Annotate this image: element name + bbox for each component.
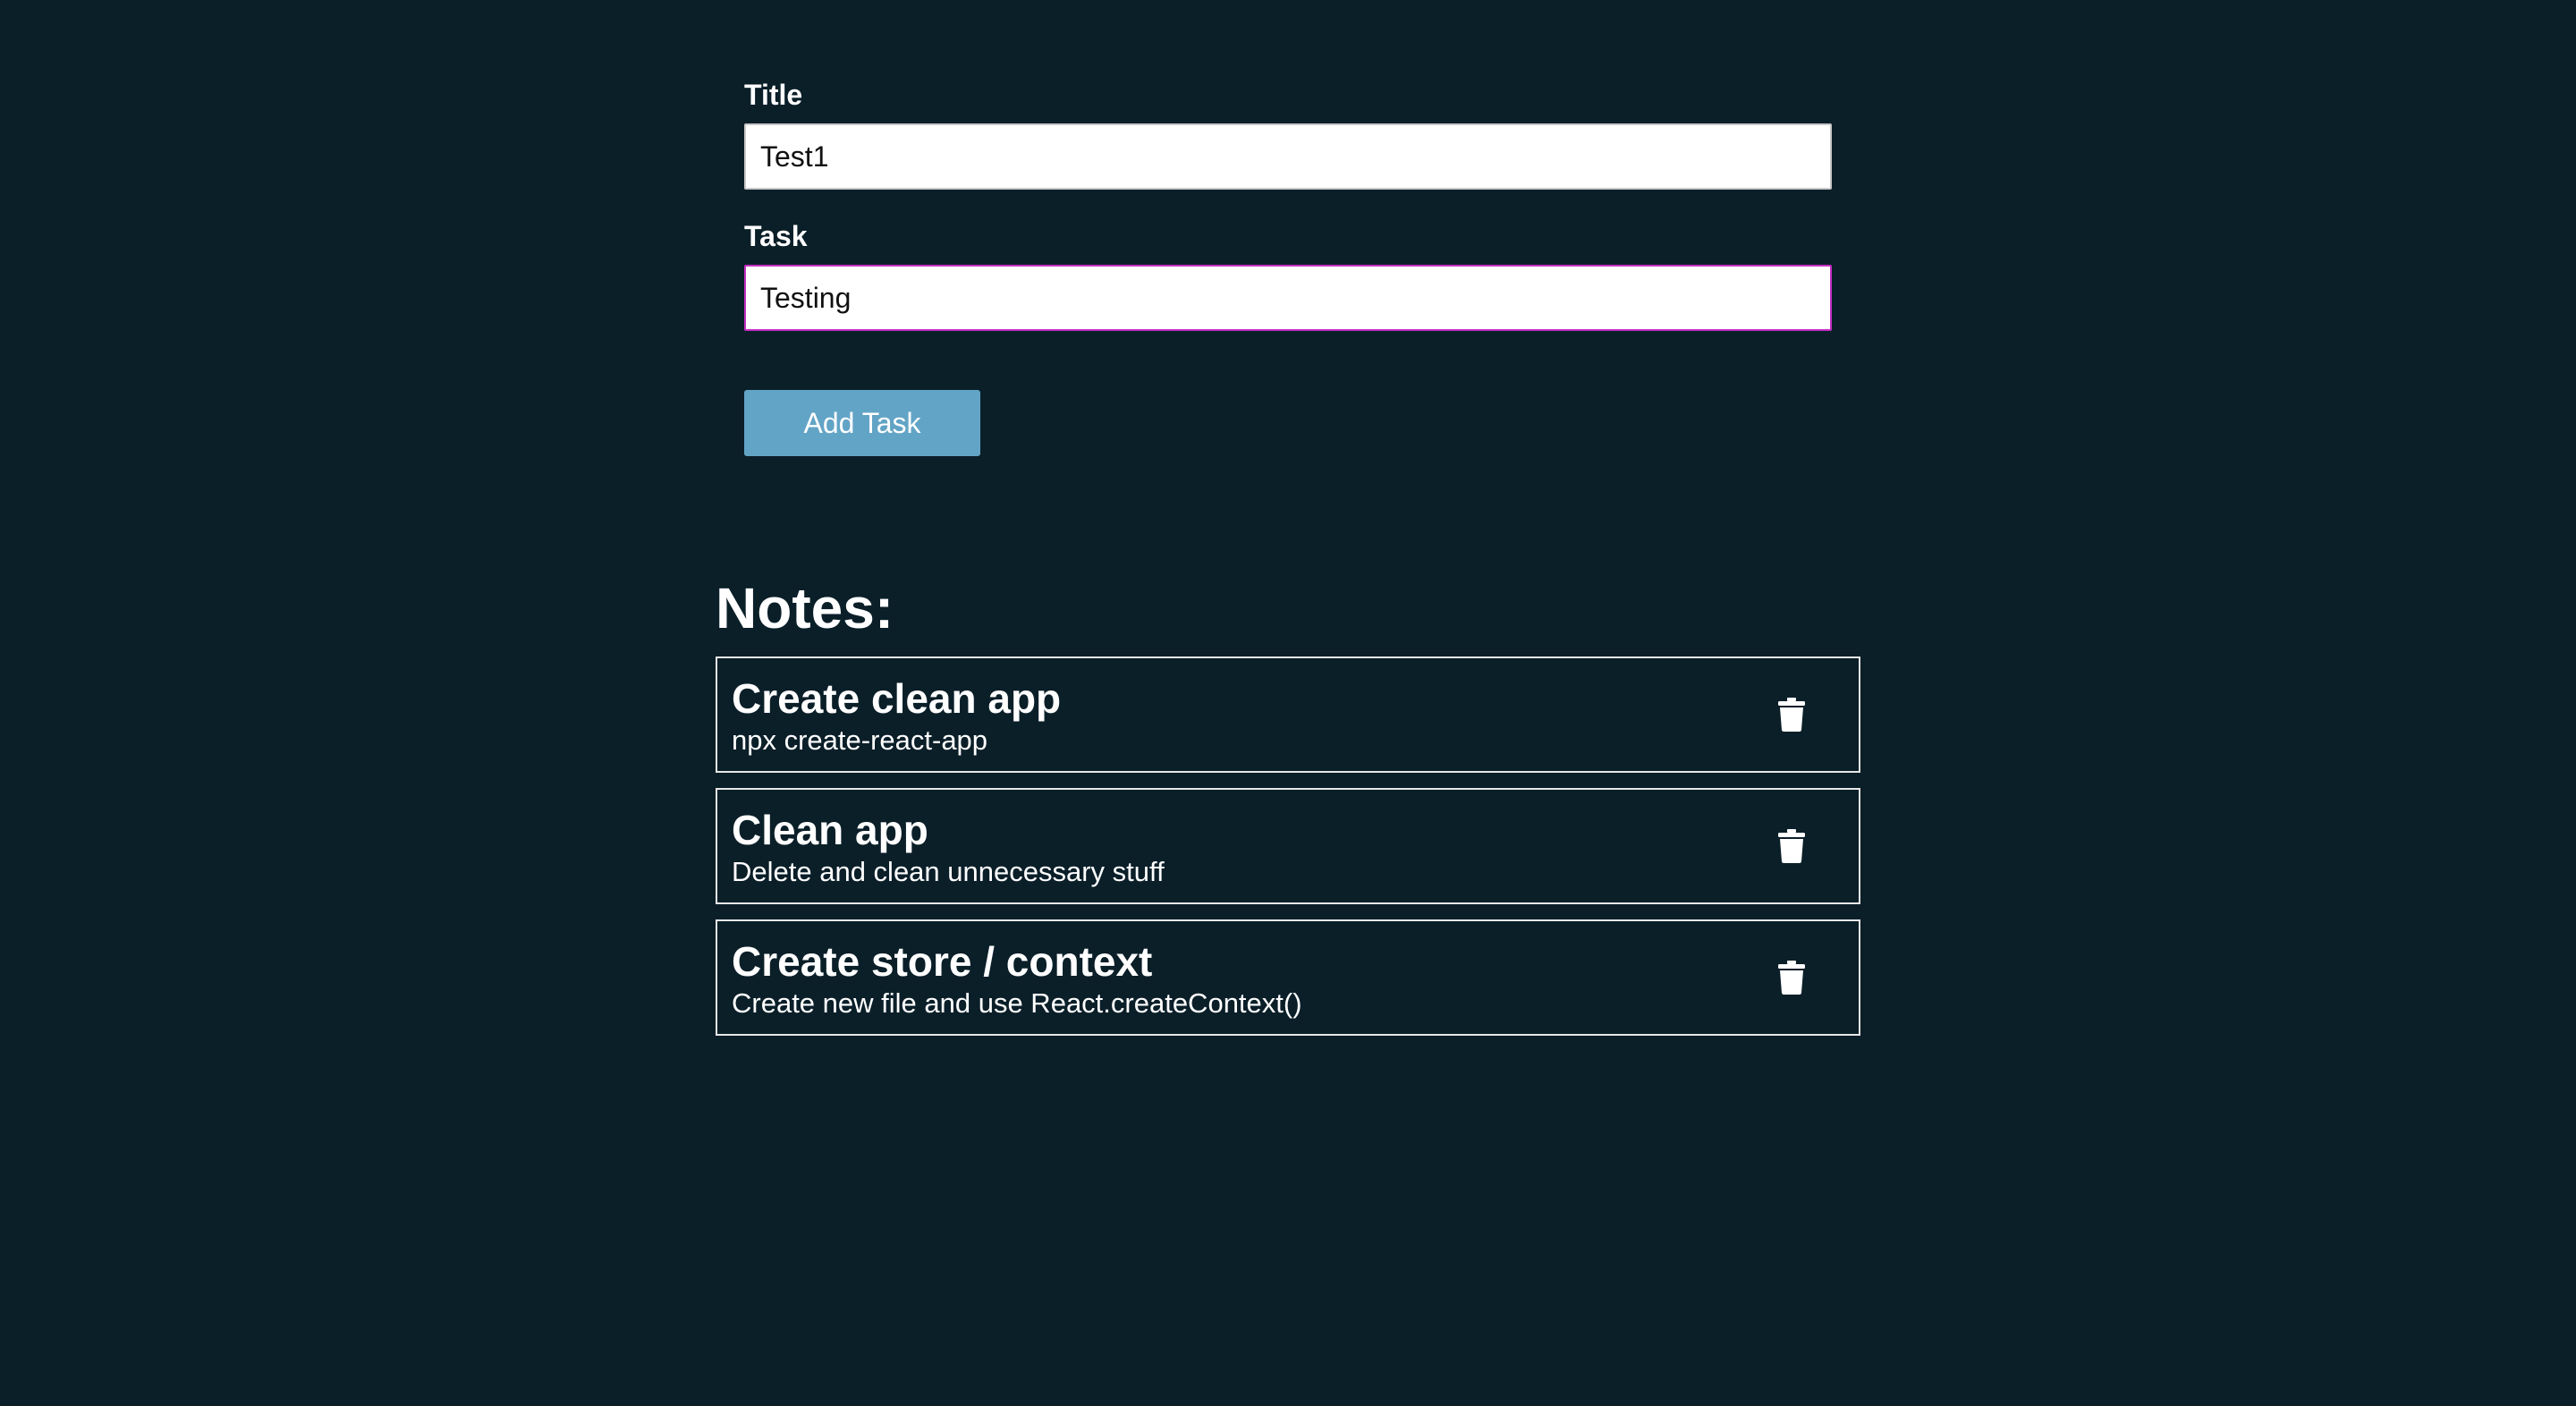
- note-title: Create store / context: [732, 938, 1153, 985]
- add-task-form: Title Task Add Task: [744, 77, 1832, 456]
- task-input[interactable]: [744, 265, 1832, 331]
- trash-icon: [1778, 961, 1805, 995]
- page: Title Task Add Task Notes: Create clean …: [0, 0, 2576, 1406]
- note-body: Create new file and use React.createCont…: [732, 987, 1302, 1019]
- note-list: Create clean app npx create-react-app Cl…: [716, 656, 1860, 1036]
- delete-note-button[interactable]: [1769, 955, 1814, 1000]
- notes-section: Notes: Create clean app npx create-react…: [716, 572, 1860, 1051]
- trash-icon: [1778, 829, 1805, 863]
- delete-note-button[interactable]: [1769, 692, 1814, 737]
- delete-note-button[interactable]: [1769, 824, 1814, 868]
- title-field-group: Title: [744, 77, 1832, 190]
- add-task-button[interactable]: Add Task: [744, 390, 980, 456]
- trash-icon: [1778, 698, 1805, 732]
- note-body: Delete and clean unnecessary stuff: [732, 856, 1165, 887]
- task-label: Task: [744, 220, 808, 252]
- note-title: Create clean app: [732, 675, 1062, 722]
- note-body: npx create-react-app: [732, 724, 988, 756]
- note-item: Clean app Delete and clean unnecessary s…: [716, 788, 1860, 904]
- note-item: Create store / context Create new file a…: [716, 919, 1860, 1036]
- title-label: Title: [744, 79, 803, 111]
- notes-heading: Notes:: [716, 576, 894, 640]
- task-field-group: Task: [744, 218, 1832, 331]
- note-title: Clean app: [732, 807, 928, 853]
- note-item: Create clean app npx create-react-app: [716, 656, 1860, 773]
- title-input[interactable]: [744, 123, 1832, 190]
